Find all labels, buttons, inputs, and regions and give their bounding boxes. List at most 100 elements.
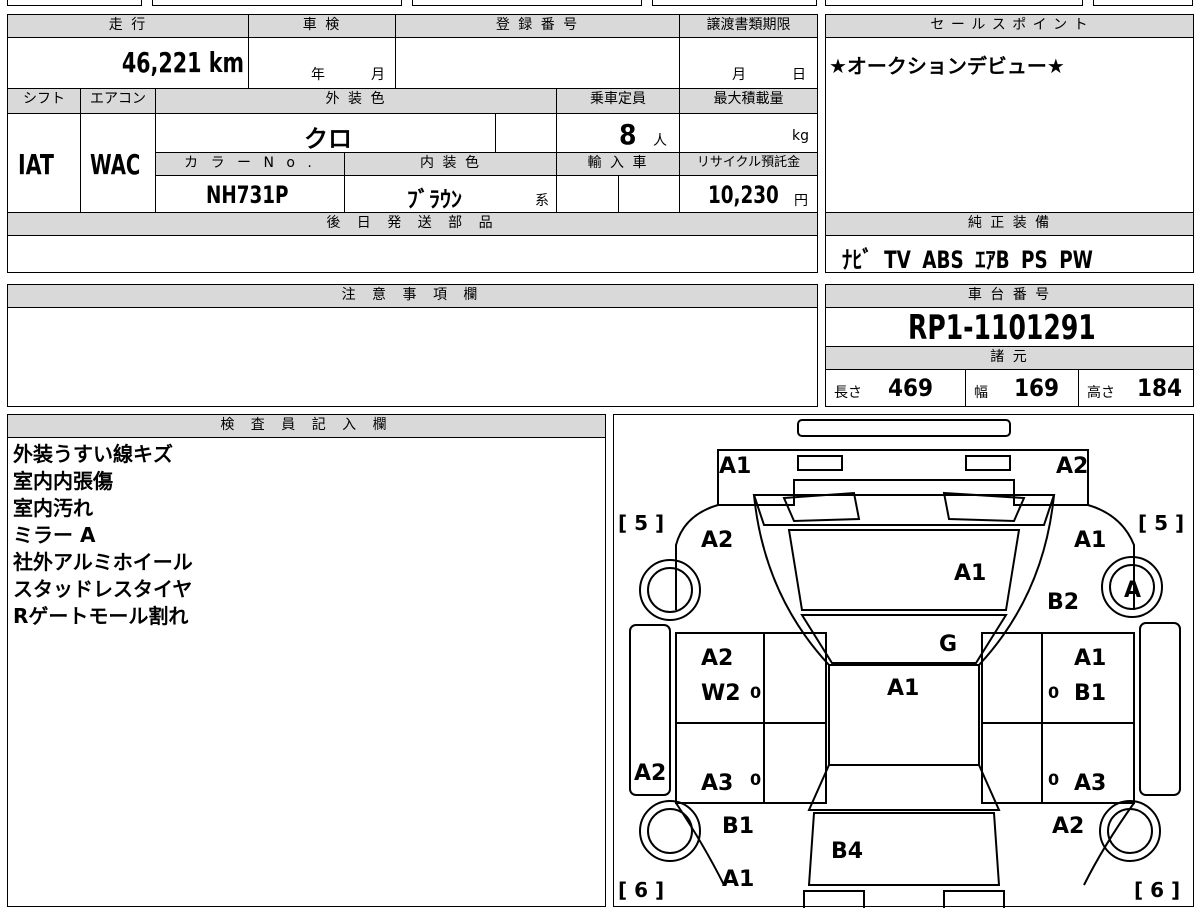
- mark-front-door-left-1: A2: [701, 646, 733, 671]
- exterior-color-header: 外 装 色: [155, 88, 557, 114]
- door-zero-mark: 0: [750, 770, 761, 789]
- mileage-value: 46,221 km: [121, 46, 244, 79]
- mileage-cell: 46,221 km: [7, 37, 249, 89]
- exterior-color-extra-cell: [495, 113, 557, 153]
- sales-point-header: セ ー ル ス ポ イ ン ト: [825, 14, 1194, 38]
- left-fender-outline: [675, 504, 719, 610]
- interior-color-cell: ﾌﾞﾗｳﾝ 系: [344, 175, 557, 213]
- specs-width-cell: 幅 169: [965, 369, 1079, 407]
- mark-fender-left: A2: [701, 528, 733, 553]
- front-body-outline: [717, 449, 1089, 506]
- hood-inner-shape-right: [942, 491, 1026, 523]
- length-value: 469: [888, 374, 934, 402]
- mark-front-left: A1: [719, 454, 751, 479]
- later-parts-header: 後 日 発 送 部 品: [7, 212, 818, 236]
- hood-inner-shape: [782, 491, 861, 523]
- front-bumper-shape: [797, 419, 1011, 437]
- mark-hood: A1: [954, 561, 986, 586]
- later-parts-cell: [7, 235, 818, 273]
- door-zero-mark: 0: [750, 683, 761, 702]
- inspector-note-list: 外装うすい線キズ 室内内張傷 室内汚れ ミラー A 社外アルミホイール スタッド…: [13, 441, 193, 630]
- mark-mirror-right: A: [1124, 578, 1141, 603]
- length-label: 長さ: [834, 385, 862, 401]
- mark-rear-left: A1: [722, 867, 754, 892]
- mark-side-left: A2: [634, 761, 666, 786]
- inspector-note: 室内内張傷: [13, 469, 113, 493]
- inspector-notes-cell: 外装うすい線キズ 室内内張傷 室内汚れ ミラー A 社外アルミホイール スタッド…: [7, 437, 606, 907]
- capacity-unit: 人: [653, 133, 667, 149]
- sales-point-value: ★オークションデビュー★: [829, 54, 1065, 78]
- shift-cell: IAT: [7, 113, 81, 213]
- shift-value: IAT: [18, 148, 54, 181]
- capacity-cell: 8 人: [556, 113, 680, 153]
- tire-tread-rear-left: [ 6 ]: [618, 878, 664, 902]
- transfer-deadline-cell: 月 日: [679, 37, 818, 89]
- sales-point-cell: ★オークションデビュー★: [825, 37, 1194, 213]
- rear-door-left-shape: [675, 722, 827, 804]
- registration-no-header: 登 録 番 号: [395, 14, 680, 38]
- tire-tread-front-left: [ 5 ]: [618, 511, 664, 535]
- specs-height-cell: 高さ 184: [1078, 369, 1194, 407]
- specs-header: 諸 元: [825, 346, 1194, 370]
- mark-roof: A1: [887, 676, 919, 701]
- mark-rear-fender-right: A2: [1052, 814, 1084, 839]
- front-door-left-shape: [675, 632, 827, 724]
- tire-tread-rear-right: [ 6 ]: [1134, 878, 1180, 902]
- wheel-front-left-inner: [647, 567, 693, 613]
- inspector-note: Rゲートモール割れ: [13, 604, 189, 628]
- mark-front-door-right-2: B1: [1074, 681, 1106, 706]
- notes-header: 注 意 事 項 欄: [7, 284, 818, 308]
- damage-diagram-panel: A1 A2 A2 A1 A1 B2 A G A1 A2 W2 A1 B1 A2 …: [613, 414, 1194, 908]
- aircon-header: エアコン: [80, 88, 156, 114]
- import-cell-right: [618, 175, 680, 213]
- right-side-skirt-shape: [1139, 622, 1181, 796]
- notes-cell: [7, 307, 818, 407]
- mileage-header: 走 行: [7, 14, 249, 38]
- genuine-equipment-header: 純 正 装 備: [825, 212, 1194, 236]
- mark-windshield: G: [939, 632, 957, 657]
- rear-door-right-shape: [981, 722, 1135, 804]
- right-rear-body-line: [1083, 802, 1135, 886]
- inspector-note: ミラー A: [13, 523, 96, 547]
- mark-front-right: A2: [1056, 454, 1088, 479]
- deadline-day-unit: 日: [792, 67, 806, 83]
- max-load-header: 最大積載量: [679, 88, 818, 114]
- mark-front-door-right-1: A1: [1074, 646, 1106, 671]
- max-load-cell: kg: [679, 113, 818, 153]
- height-value: 184: [1137, 374, 1183, 402]
- mark-rear-door-right: A3: [1074, 771, 1106, 796]
- mark-tailgate: B4: [831, 839, 863, 864]
- capacity-value: 8: [619, 118, 637, 151]
- recycle-fee-cell: 10,230 円: [679, 175, 818, 213]
- transfer-deadline-header: 譲渡書類期限: [679, 14, 818, 38]
- chassis-no-value: RP1-1101291: [908, 308, 1096, 348]
- headlight-right-shape: [965, 455, 1011, 471]
- inspection-header: 車 検: [248, 14, 396, 38]
- recycle-fee-value: 10,230: [708, 181, 779, 209]
- top-cutoff-strip: [7, 0, 1193, 8]
- headlight-left-shape: [797, 455, 843, 471]
- inspection-year-unit: 年: [311, 67, 325, 83]
- inspection-cell: 年 月: [248, 37, 396, 89]
- shift-header: シフト: [7, 88, 81, 114]
- left-rear-body-line: [675, 802, 725, 886]
- inspector-note: 室内汚れ: [13, 496, 93, 520]
- aircon-cell: WAC: [80, 113, 156, 213]
- color-no-value: NH731P: [206, 181, 289, 209]
- mark-right-front-extra: B2: [1047, 590, 1079, 615]
- inspector-note: 外装うすい線キズ: [13, 442, 173, 466]
- door-zero-mark: 0: [1048, 683, 1059, 702]
- mark-fender-right: A1: [1074, 528, 1106, 553]
- inspector-note: スタッドレスタイヤ: [13, 577, 193, 601]
- interior-color-kei-unit: 系: [535, 193, 549, 209]
- exterior-color-cell: クロ: [155, 113, 496, 153]
- color-no-cell: NH731P: [155, 175, 345, 213]
- exterior-color-value: クロ: [304, 125, 352, 153]
- chassis-no-cell: RP1-1101291: [825, 307, 1194, 348]
- chassis-no-header: 車 台 番 号: [825, 284, 1194, 308]
- mark-rear-fender-left: B1: [722, 814, 754, 839]
- windshield-lower-shape: [800, 614, 1008, 664]
- specs-length-cell: 長さ 469: [825, 369, 966, 407]
- import-header: 輸 入 車: [556, 152, 680, 176]
- mark-rear-door-left: A3: [701, 771, 733, 796]
